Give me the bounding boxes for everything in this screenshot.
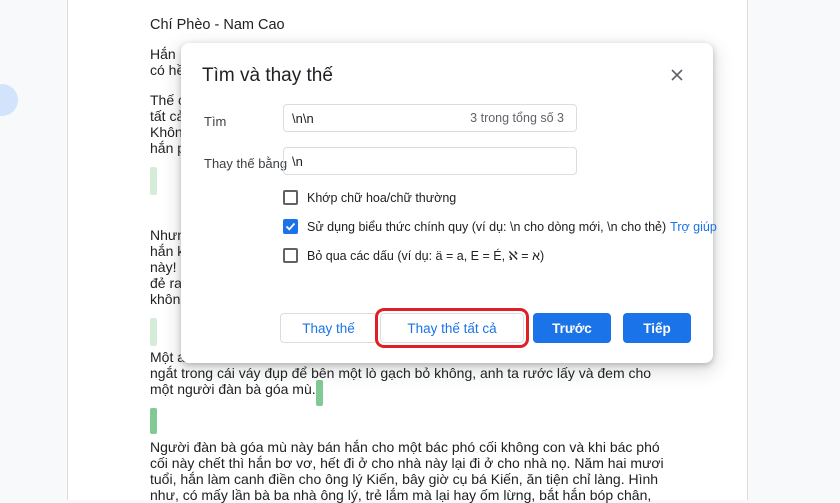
text-line: tuổi, hắn làm canh điền cho ông lý Kiến,… [150, 471, 659, 487]
previous-button[interactable]: Trước [533, 313, 611, 343]
replace-value: \n [292, 154, 303, 169]
ignore-diacritics-checkbox[interactable] [283, 248, 298, 263]
side-indicator [0, 84, 18, 116]
match-marker [150, 408, 157, 434]
match-marker [316, 380, 323, 406]
text-line: Hắn [150, 46, 176, 62]
text-line: Khôn [150, 124, 183, 140]
text-line: cối này chết thì hắn bơ vơ, hết đi ở cho… [150, 455, 664, 471]
dialog-title: Tìm và thay thế [202, 65, 333, 86]
text-line: một người đàn bà góa mù. [150, 381, 316, 397]
paragraph-1: Hắn có hề [150, 46, 184, 78]
text-line: hắn k [150, 243, 185, 259]
paragraph-2: Thế c tất cả Khôn hắn p [150, 92, 185, 156]
document-title: Chí Phèo - Nam Cao [150, 17, 285, 33]
find-value: \n\n [292, 111, 314, 126]
text-line: này! [150, 259, 177, 275]
text-line: khôn [150, 291, 181, 307]
text-line: hắn p [150, 140, 186, 156]
find-label: Tìm [204, 114, 227, 129]
paragraph-5: Người đàn bà góa mù này bán hắn cho một … [150, 439, 664, 503]
option-label: Khớp chữ hoa/chữ thường [307, 190, 457, 205]
match-count: 3 trong tổng số 3 [470, 111, 564, 125]
text-line: đẻ ra [150, 275, 182, 291]
option-match-case[interactable]: Khớp chữ hoa/chữ thường [283, 190, 456, 205]
option-regex[interactable]: Sử dụng biểu thức chính quy (ví dụ: \n c… [283, 219, 717, 234]
find-input[interactable]: \n\n 3 trong tổng số 3 [283, 104, 577, 132]
text-line: Nhưn [150, 227, 186, 243]
regex-checkbox[interactable] [283, 219, 298, 234]
paragraph-marker [150, 318, 157, 346]
text-line: có hề [150, 62, 185, 78]
text-line: ngắt trong cái váy đụp để bên một lò gạc… [150, 365, 652, 381]
paragraph-3: Nhưn hắn k này! đẻ ra khôn [150, 227, 185, 307]
next-button[interactable]: Tiếp [623, 313, 691, 343]
text-line: như, có mấy lần bà ba nhà ông lý, trẻ lắ… [150, 487, 652, 503]
match-case-checkbox[interactable] [283, 190, 298, 205]
text-line: tất cả [150, 108, 185, 124]
check-icon [285, 222, 296, 231]
replace-input[interactable]: \n [283, 147, 577, 175]
option-ignore-diacritics[interactable]: Bỏ qua các dấu (ví dụ: ä = a, E = É, ℵ =… [283, 248, 544, 263]
option-label: Sử dụng biểu thức chính quy (ví dụ: \n c… [307, 219, 667, 234]
paragraph-marker [150, 167, 157, 195]
find-replace-dialog: Tìm và thay thế Tìm \n\n 3 trong tổng số… [181, 43, 717, 363]
replace-button[interactable]: Thay thế [280, 313, 377, 343]
replace-all-button[interactable]: Thay thế tất cả [375, 308, 529, 348]
text-line: Thế c [150, 92, 186, 108]
replace-label: Thay thế bằng [204, 156, 288, 171]
text-line: Người đàn bà góa mù này bán hắn cho một … [150, 439, 660, 455]
help-link[interactable]: Trợ giúp [670, 220, 717, 234]
close-icon[interactable] [665, 63, 689, 87]
option-label: Bỏ qua các dấu (ví dụ: ä = a, E = É, ℵ =… [307, 249, 545, 263]
